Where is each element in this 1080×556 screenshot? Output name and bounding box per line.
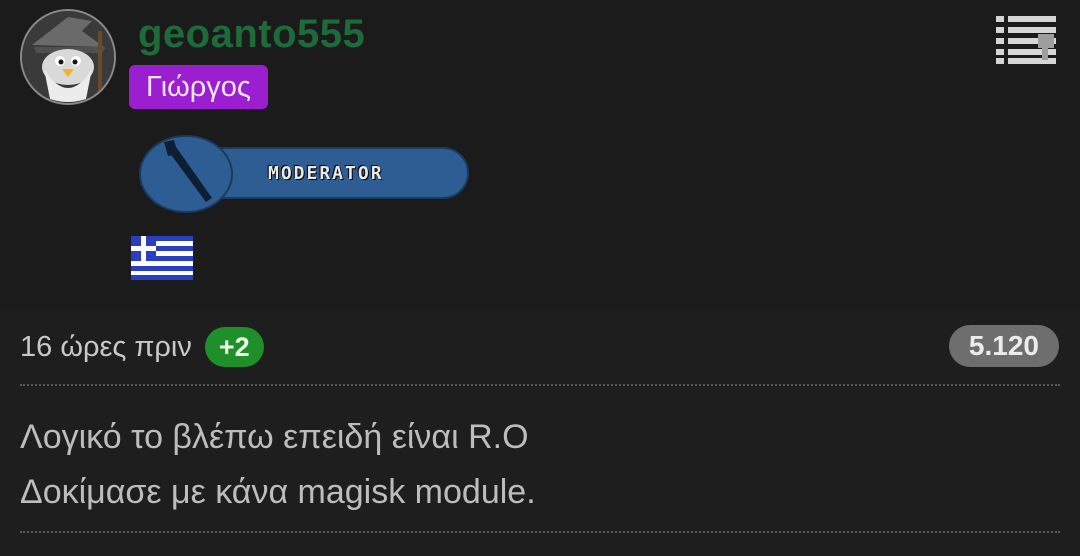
reputation-score[interactable]: +2 xyxy=(204,327,264,367)
divider-bottom xyxy=(20,531,1060,533)
post-timestamp: 16 ώρες πριν xyxy=(20,330,192,363)
username[interactable]: geoanto555 xyxy=(138,12,365,57)
penguin-wizard-avatar xyxy=(22,11,114,103)
avatar[interactable] xyxy=(20,9,116,105)
post-content-line: Δοκίμασε με κάνα magisk module. xyxy=(20,473,536,511)
divider-top xyxy=(20,384,1060,386)
post-content: Λογικό το βλέπω επειδή είναι R.O Δοκίμασ… xyxy=(20,410,1060,520)
moderator-badge-label: MODERATOR xyxy=(268,163,384,184)
post-content-line: Λογικό το βλέπω επειδή είναι R.O xyxy=(20,418,529,456)
greece-flag-icon xyxy=(131,236,193,280)
post-meta: 16 ώρες πριν +2 xyxy=(20,327,264,367)
post-header: geoanto555 Γιώργος MODERATOR xyxy=(0,0,1080,310)
user-title-badge: Γιώργος xyxy=(129,65,268,109)
forum-post: geoanto555 Γιώργος MODERATOR 16 ώρες πρι… xyxy=(0,0,1080,556)
post-menu-button[interactable] xyxy=(994,14,1060,66)
post-menu-icon xyxy=(996,16,1056,64)
post-number-badge[interactable]: 5.120 xyxy=(948,325,1059,367)
